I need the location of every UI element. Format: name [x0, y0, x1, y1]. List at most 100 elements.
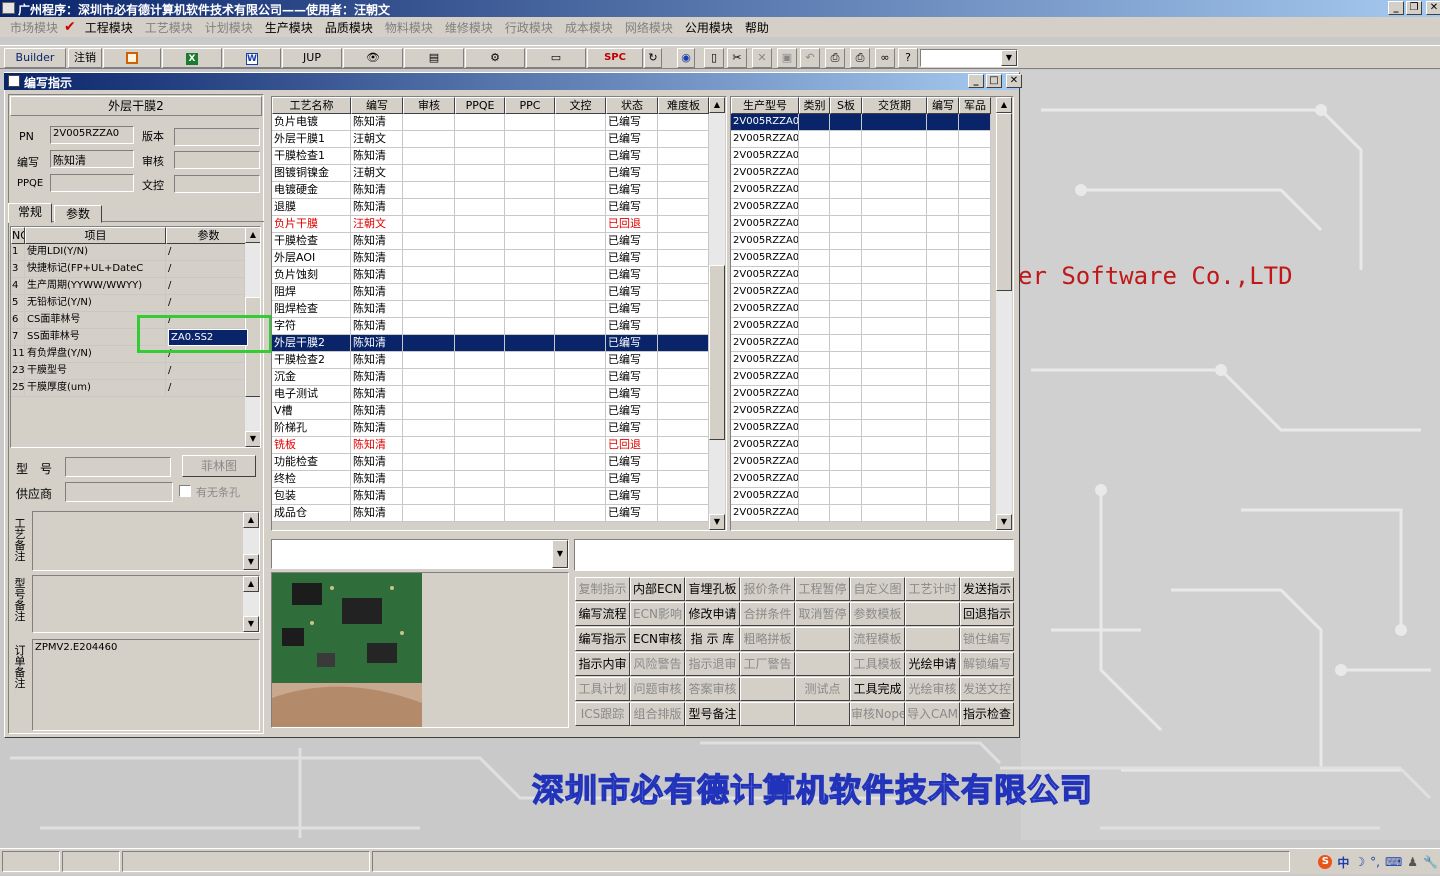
process-row[interactable]: 沉金 陈知清 已编写: [272, 369, 709, 386]
action-button[interactable]: 粗略拼板: [740, 627, 795, 651]
process-row[interactable]: 成品仓 陈知清 已编写: [272, 505, 709, 522]
model-row[interactable]: 2V005RZZA0: [731, 301, 994, 318]
menu-item-0[interactable]: 市场模块: [4, 19, 64, 36]
action-button[interactable]: 光绘申请: [905, 652, 960, 676]
tab-general[interactable]: 常规: [8, 203, 52, 223]
action-button[interactable]: 流程模板: [850, 627, 905, 651]
doc-control-field[interactable]: [174, 175, 260, 193]
scroll-down-icon[interactable]: ▼: [243, 616, 259, 632]
menu-item-2[interactable]: 工艺模块: [139, 19, 199, 36]
scroll-up-icon[interactable]: ▲: [996, 97, 1012, 113]
process-col-header[interactable]: 文控: [555, 97, 606, 114]
param-col-value[interactable]: 参数: [166, 227, 251, 244]
instruction-input[interactable]: [574, 539, 1014, 571]
action-button[interactable]: 复制指示: [575, 577, 630, 601]
param-row[interactable]: 3 快捷标记(FP+UL+DateC /: [11, 261, 245, 278]
action-button[interactable]: [795, 652, 850, 676]
param-row[interactable]: 25 干膜厚度(um) /: [11, 380, 245, 397]
model-col-header[interactable]: S板: [830, 97, 862, 114]
restore-button[interactable]: ❐: [1406, 1, 1422, 15]
model-row[interactable]: 2V005RZZA0: [731, 454, 994, 471]
menu-item-12[interactable]: 帮助: [739, 19, 775, 36]
action-button[interactable]: [795, 702, 850, 726]
action-button[interactable]: 指示内审: [575, 652, 630, 676]
action-button[interactable]: 修改申请: [685, 602, 740, 626]
action-button[interactable]: 编写指示: [575, 627, 630, 651]
minimize-button[interactable]: _: [1388, 1, 1404, 15]
ime-mode-indicator[interactable]: 中: [1337, 854, 1349, 871]
model-col-header[interactable]: 类别: [799, 97, 830, 114]
model-row[interactable]: 2V005RZZA0: [731, 182, 994, 199]
action-button[interactable]: 审核Nope: [850, 702, 905, 726]
param-row[interactable]: 23 干膜型号 /: [11, 363, 245, 380]
writer-field[interactable]: 陈知清: [50, 150, 134, 168]
action-button[interactable]: 解锁编写: [960, 652, 1014, 676]
user-icon[interactable]: ♟: [1407, 855, 1418, 869]
sogou-ime-icon[interactable]: S: [1318, 855, 1333, 869]
scroll-up-icon[interactable]: ▲: [709, 97, 725, 113]
model-col-header[interactable]: 军品: [959, 97, 991, 114]
film-drawing-button[interactable]: 菲林图: [182, 455, 256, 477]
new-document-icon[interactable]: ▯: [704, 48, 724, 68]
ppqe-field[interactable]: [50, 174, 134, 192]
close-button[interactable]: ✕: [1426, 1, 1440, 15]
chevron-down-icon[interactable]: ▼: [552, 540, 568, 568]
process-row[interactable]: 退膜 陈知清 已编写: [272, 199, 709, 216]
model-row[interactable]: 2V005RZZA0: [731, 403, 994, 420]
action-button[interactable]: 工艺计时: [905, 577, 960, 601]
process-col-header[interactable]: 工艺名称: [272, 97, 351, 114]
scroll-thumb[interactable]: [996, 113, 1012, 291]
scroll-down-icon[interactable]: ▼: [245, 431, 260, 447]
cut-icon[interactable]: ✂: [727, 48, 747, 68]
model-row[interactable]: 2V005RZZA0: [731, 165, 994, 182]
param-value[interactable]: /: [166, 363, 245, 380]
action-button[interactable]: 盲埋孔板: [685, 577, 740, 601]
process-row[interactable]: 包装 陈知清 已编写: [272, 488, 709, 505]
process-row[interactable]: 外层AOI 陈知清 已编写: [272, 250, 709, 267]
process-col-header[interactable]: 状态: [606, 97, 658, 114]
process-row[interactable]: 字符 陈知清 已编写: [272, 318, 709, 335]
model-row[interactable]: 2V005RZZA0: [731, 437, 994, 454]
model-row[interactable]: 2V005RZZA0: [731, 471, 994, 488]
model-row[interactable]: 2V005RZZA0: [731, 233, 994, 250]
action-button[interactable]: ECN影响: [630, 602, 685, 626]
action-button[interactable]: [740, 677, 795, 701]
preview-icon[interactable]: ⎙: [825, 48, 845, 68]
action-button[interactable]: 问题审核: [630, 677, 685, 701]
model-row[interactable]: 2V005RZZA0: [731, 335, 994, 352]
model-col-header[interactable]: 生产型号: [731, 97, 799, 114]
action-button[interactable]: 测试点: [795, 677, 850, 701]
menu-item-1[interactable]: 工程模块: [79, 19, 139, 36]
action-button[interactable]: 编写流程: [575, 602, 630, 626]
param-value[interactable]: /: [166, 380, 245, 397]
powerpoint-icon[interactable]: [103, 48, 161, 68]
action-button[interactable]: 报价条件: [740, 577, 795, 601]
action-button[interactable]: 内部ECN: [630, 577, 685, 601]
process-row[interactable]: 外层干膜2 陈知清 已编写: [272, 335, 709, 352]
action-button[interactable]: 导入CAM: [905, 702, 960, 726]
action-button[interactable]: 答案审核: [685, 677, 740, 701]
action-button[interactable]: 风险警告: [630, 652, 685, 676]
undo-icon[interactable]: ↶: [800, 48, 820, 68]
moon-icon[interactable]: ☽: [1354, 855, 1365, 869]
process-col-header[interactable]: 难度板: [658, 97, 709, 114]
model-row[interactable]: 2V005RZZA0: [731, 216, 994, 233]
process-col-header[interactable]: PPC: [505, 97, 555, 114]
version-field[interactable]: [174, 128, 260, 146]
scroll-up-icon[interactable]: ▲: [245, 227, 260, 243]
action-button[interactable]: 指示退审: [685, 652, 740, 676]
menu-item-3[interactable]: 计划模块: [199, 19, 259, 36]
param-value[interactable]: /: [166, 261, 245, 278]
model-row[interactable]: 2V005RZZA0: [731, 199, 994, 216]
builder-button[interactable]: Builder: [4, 48, 66, 68]
model-row[interactable]: 2V005RZZA0: [731, 267, 994, 284]
order-note-area[interactable]: ZPMV2.E204460: [32, 639, 260, 731]
action-button[interactable]: 工具计划: [575, 677, 630, 701]
binoculars-icon[interactable]: ∞: [875, 48, 895, 68]
hole-checkbox[interactable]: [179, 485, 191, 497]
param-row[interactable]: 5 无铅标记(Y/N) /: [11, 295, 245, 312]
model-row[interactable]: 2V005RZZA0: [731, 505, 994, 522]
menu-item-7[interactable]: 维修模块: [439, 19, 499, 36]
process-row[interactable]: V槽 陈知清 已编写: [272, 403, 709, 420]
computer-icon[interactable]: ▭: [526, 48, 586, 68]
